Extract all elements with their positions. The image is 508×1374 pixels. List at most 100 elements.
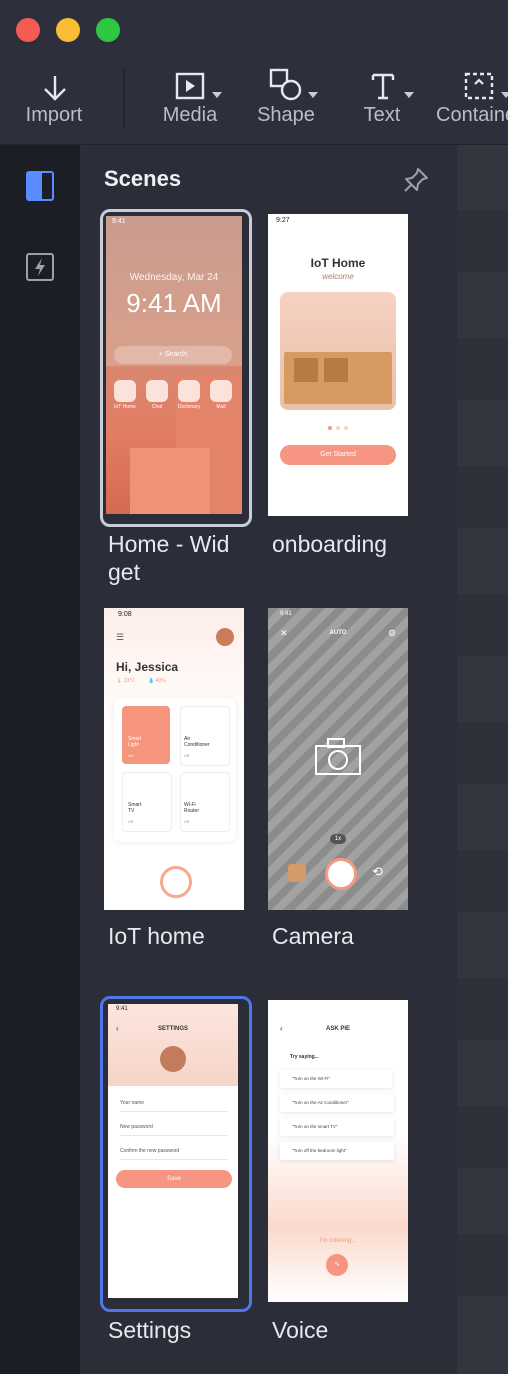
camera-icon bbox=[315, 738, 361, 775]
mail-app-icon bbox=[210, 380, 232, 402]
try-saying: Try saying... bbox=[290, 1054, 319, 1060]
container-label: Containe bbox=[436, 104, 508, 126]
import-label: Import bbox=[25, 104, 83, 126]
container-icon bbox=[464, 72, 494, 100]
temperature: 23°C bbox=[123, 678, 135, 684]
scene-thumbnail-onboarding[interactable]: 9:27 IoT Home welcome Get Started bbox=[268, 214, 408, 516]
close-window-button[interactable] bbox=[16, 18, 40, 42]
minimize-window-button[interactable] bbox=[56, 18, 80, 42]
chat-app-icon bbox=[146, 380, 168, 402]
toolbar: Import Media Shape Text Containe bbox=[0, 60, 508, 145]
microphone-icon bbox=[160, 866, 192, 898]
chevron-down-icon bbox=[501, 92, 508, 98]
canvas-stripe bbox=[457, 594, 508, 656]
text-button[interactable]: Text bbox=[352, 60, 414, 144]
iot-home-app-icon bbox=[114, 380, 136, 402]
field-label: Your name bbox=[120, 1100, 144, 1106]
suggestion-card: "Turn on the Air Conditioner" bbox=[280, 1094, 394, 1112]
lock-date: Wednesday, Mar 24 bbox=[129, 272, 219, 283]
scene-label-iot-home[interactable]: IoT home bbox=[108, 922, 258, 950]
voice-title: ASK PIE bbox=[325, 1026, 350, 1032]
get-started-button: Get Started bbox=[280, 445, 396, 465]
lock-time: 9:41 AM bbox=[126, 288, 222, 318]
suggestion-card: "Turn on the smart TV" bbox=[280, 1118, 394, 1136]
canvas-stripe bbox=[457, 466, 508, 528]
arrow-down-icon bbox=[44, 76, 66, 101]
status-time: 9:08 bbox=[118, 611, 132, 618]
onboarding-image bbox=[280, 292, 396, 410]
media-label: Media bbox=[162, 104, 218, 126]
waveform-icon: ∿ bbox=[326, 1254, 348, 1276]
chevron-down-icon bbox=[212, 92, 222, 98]
device-name: Wi-Fi Router bbox=[184, 802, 200, 814]
field-label: Confirm the new password bbox=[120, 1148, 180, 1154]
canvas-stripe bbox=[457, 1234, 508, 1296]
camera-mode: AUTO bbox=[329, 630, 347, 636]
import-button[interactable]: Import bbox=[14, 60, 94, 144]
device-grid: Smart Light On Air Conditioner Off Smart… bbox=[114, 698, 236, 842]
scene-label-settings[interactable]: Settings bbox=[108, 1316, 258, 1344]
gear-icon: ⚙ bbox=[388, 628, 397, 638]
scene-label-camera[interactable]: Camera bbox=[272, 922, 422, 950]
search-bar: ⌕ Search bbox=[114, 346, 232, 364]
shape-button[interactable]: Shape bbox=[251, 60, 321, 144]
scene-label-voice[interactable]: Voice bbox=[272, 1316, 422, 1344]
toolbar-divider bbox=[123, 68, 125, 128]
app-label: IoT Home bbox=[114, 404, 136, 410]
settings-title: SETTINGS bbox=[157, 1026, 188, 1032]
scene-thumbnail-voice[interactable]: ‹ ASK PIE Try saying... "Turn on the Wi-… bbox=[268, 1000, 408, 1302]
container-button[interactable]: Containe bbox=[436, 60, 508, 144]
device-name: Air Conditioner bbox=[184, 736, 210, 748]
device-state: Off bbox=[184, 753, 190, 758]
shape-icon bbox=[269, 68, 302, 101]
status-time: 9:41 bbox=[116, 1006, 128, 1012]
panel-title: Scenes bbox=[104, 166, 182, 191]
media-button[interactable]: Media bbox=[155, 60, 225, 144]
listening-text: I'm listening... bbox=[319, 1238, 357, 1244]
app-label: Dictionary bbox=[177, 404, 201, 410]
scene-label-home-widget[interactable]: Home - Wid get bbox=[108, 530, 258, 586]
search-placeholder: Search bbox=[164, 351, 188, 358]
scenes-panel-icon[interactable] bbox=[26, 171, 54, 201]
left-rail bbox=[0, 145, 80, 1374]
zoom-window-button[interactable] bbox=[96, 18, 120, 42]
canvas-stripe bbox=[457, 978, 508, 1040]
humidity: 40% bbox=[155, 678, 166, 684]
switch-camera-icon: ⟲ bbox=[372, 864, 383, 879]
status-time: 9:41 bbox=[280, 611, 292, 617]
scene-thumbnail-iot-home[interactable]: 9:08 ☰ Hi, Jessica 🌡 23°C 💧 40% Smart Li… bbox=[104, 608, 244, 910]
shape-label: Shape bbox=[257, 104, 315, 126]
greeting: Hi, Jessica bbox=[116, 660, 179, 674]
avatar bbox=[216, 628, 234, 646]
status-time: 9:41 bbox=[112, 218, 126, 225]
zoom-indicator: 1x bbox=[330, 834, 346, 844]
media-play-icon bbox=[175, 72, 205, 100]
canvas-stripe bbox=[457, 722, 508, 784]
suggestion-card: "Turn on the Wi-Fi" bbox=[280, 1070, 392, 1088]
device-state: On bbox=[128, 753, 134, 758]
scene-thumbnail-camera[interactable]: 9:41 ✕ AUTO ⚙ 1x ⟲ bbox=[268, 608, 408, 910]
app-label: Chat bbox=[151, 404, 163, 410]
scene-label-onboarding[interactable]: onboarding bbox=[272, 530, 422, 558]
canvas-stripe bbox=[457, 210, 508, 272]
canvas-stripe bbox=[457, 850, 508, 912]
chevron-down-icon bbox=[404, 92, 414, 98]
device-name: Smart Light bbox=[128, 736, 142, 748]
app-label: Mail bbox=[216, 404, 226, 410]
scene-thumbnail-home-widget[interactable]: 9:41 Wednesday, Mar 24 9:41 AM ⌕ Search … bbox=[106, 216, 242, 514]
scene-thumbnail-settings[interactable]: 9:41 ‹ SETTINGS Your name New password C… bbox=[108, 1004, 238, 1298]
text-icon bbox=[371, 73, 395, 100]
shutter-button bbox=[325, 858, 357, 890]
status-time: 9:27 bbox=[276, 217, 290, 224]
suggestion-card: "Turn off the bedroom light" bbox=[280, 1142, 394, 1160]
onboarding-title: IoT Home bbox=[310, 256, 366, 270]
title-bar bbox=[0, 0, 508, 60]
avatar bbox=[160, 1046, 186, 1072]
canvas-stripe bbox=[457, 1106, 508, 1168]
device-state: Off bbox=[184, 819, 190, 824]
text-label: Text bbox=[363, 104, 401, 126]
interactions-lightning-icon[interactable] bbox=[26, 253, 54, 281]
save-button: Save bbox=[116, 1170, 232, 1188]
gallery-thumbnail bbox=[288, 864, 306, 882]
pin-icon[interactable] bbox=[402, 166, 430, 194]
